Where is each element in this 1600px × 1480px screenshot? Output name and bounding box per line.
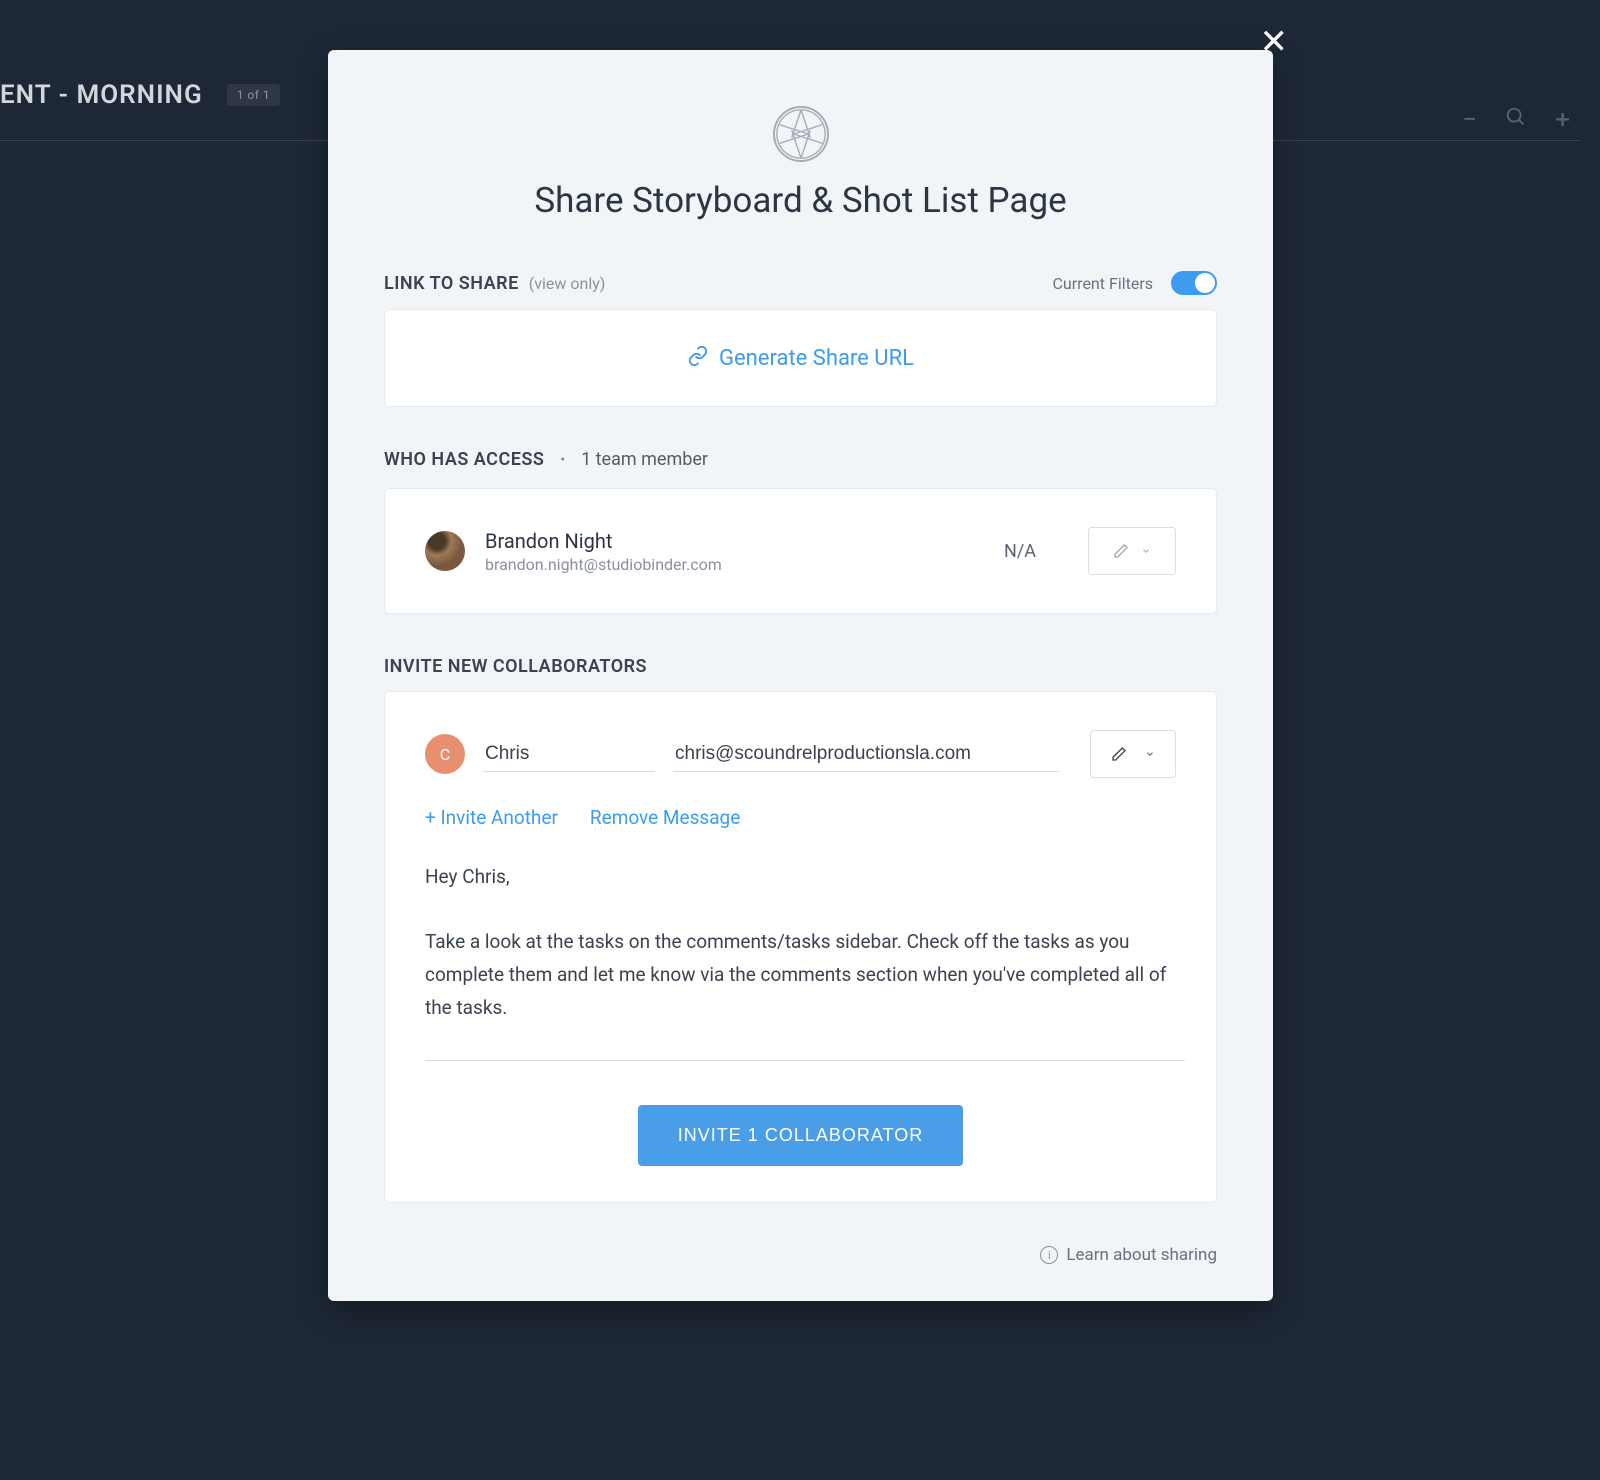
member-name: Brandon Night	[485, 529, 722, 553]
filter-label: Current Filters	[1053, 274, 1153, 293]
access-heading: WHO HAS ACCESS • 1 team member	[384, 449, 1217, 470]
invite-another-link[interactable]: + Invite Another	[425, 806, 558, 829]
link-label: LINK TO SHARE	[384, 273, 519, 294]
bg-scene-heading: ENT - MORNING	[0, 80, 203, 110]
invite-collaborator-button[interactable]: INVITE 1 COLLABORATOR	[638, 1105, 963, 1166]
current-filters-toggle[interactable]	[1171, 271, 1217, 295]
learn-text: Learn about sharing	[1066, 1245, 1217, 1265]
plus-icon[interactable]: +	[1555, 105, 1570, 135]
invite-label: INVITE NEW COLLABORATORS	[384, 656, 647, 677]
member-email: brandon.night@studiobinder.com	[485, 555, 722, 574]
pencil-icon	[1113, 543, 1129, 559]
invite-permission-dropdown[interactable]	[1090, 730, 1176, 778]
generate-url-button[interactable]: Generate Share URL	[384, 309, 1217, 407]
chevron-down-icon	[1141, 546, 1151, 556]
invite-card: C + Invite Another Remove Message INVITE…	[384, 691, 1217, 1203]
message-textarea[interactable]	[425, 861, 1185, 1061]
collaborator-email-input[interactable]	[673, 737, 1059, 772]
share-modal: Share Storyboard & Shot List Page LINK T…	[328, 50, 1273, 1301]
invite-links-row: + Invite Another Remove Message	[425, 806, 1176, 829]
search-icon[interactable]	[1505, 105, 1527, 135]
remove-message-link[interactable]: Remove Message	[590, 806, 740, 829]
access-member-row: Brandon Night brandon.night@studiobinder…	[384, 488, 1217, 614]
bullet: •	[560, 452, 565, 468]
pencil-icon	[1111, 746, 1127, 762]
chevron-down-icon	[1145, 749, 1155, 759]
minus-icon[interactable]: −	[1462, 105, 1477, 135]
invite-heading: INVITE NEW COLLABORATORS	[384, 656, 1217, 677]
modal-title: Share Storyboard & Shot List Page	[384, 180, 1217, 221]
access-label: WHO HAS ACCESS	[384, 449, 544, 470]
learn-about-sharing-link[interactable]: i Learn about sharing	[384, 1245, 1217, 1265]
bg-badge: 1 of 1	[227, 84, 280, 106]
bg-icons: − +	[1462, 105, 1570, 135]
link-icon	[687, 345, 709, 372]
permission-dropdown[interactable]	[1088, 527, 1176, 575]
team-count: 1 team member	[581, 449, 708, 470]
info-icon: i	[1040, 1246, 1058, 1264]
modal-header: Share Storyboard & Shot List Page	[384, 106, 1217, 221]
link-hint: (view only)	[529, 274, 606, 293]
link-section-heading: LINK TO SHARE (view only) Current Filter…	[384, 271, 1217, 295]
close-icon[interactable]: ✕	[1260, 25, 1289, 59]
avatar	[425, 531, 465, 571]
invite-row: C	[425, 730, 1176, 778]
generate-url-text: Generate Share URL	[719, 346, 914, 371]
collaborator-name-input[interactable]	[483, 737, 655, 772]
aperture-icon	[773, 106, 829, 162]
avatar-initial: C	[425, 734, 465, 774]
member-status: N/A	[1004, 541, 1036, 562]
